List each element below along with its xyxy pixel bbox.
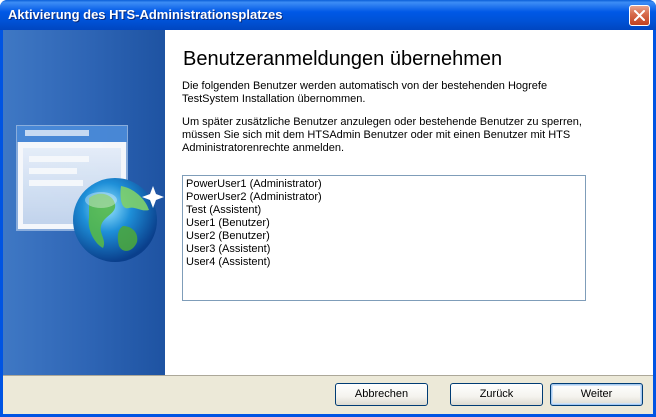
wizard-window: Aktivierung des HTS-Administrationsplatz… [0,0,656,417]
button-bar: Abbrechen Zurück Weiter [3,375,653,414]
info-paragraph: Um später zusätzliche Benutzer anzulegen… [182,116,602,155]
list-item[interactable]: User3 (Assistent) [186,243,582,256]
intro-paragraph: Die folgenden Benutzer werden automatisc… [182,80,602,106]
list-item[interactable]: PowerUser1 (Administrator) [186,178,582,191]
close-button[interactable] [629,5,650,26]
user-list[interactable]: PowerUser1 (Administrator) PowerUser2 (A… [182,175,586,301]
info-line-1: Um später zusätzliche Benutzer anzulegen… [182,116,582,128]
wizard-client-area: Benutzeranmeldungen übernehmen Die folge… [3,30,653,414]
intro-line-1: Die folgenden Benutzer werden automatisc… [182,80,548,92]
list-item[interactable]: Test (Assistent) [186,204,582,217]
list-item[interactable]: User1 (Benutzer) [186,217,582,230]
info-line-3: Administratorenrechte anmelden. [182,142,345,154]
title-bar[interactable]: Aktivierung des HTS-Administrationsplatz… [0,0,656,30]
wizard-side-banner [3,30,165,375]
list-item[interactable]: PowerUser2 (Administrator) [186,191,582,204]
list-item[interactable]: User2 (Benutzer) [186,230,582,243]
wizard-content: Benutzeranmeldungen übernehmen Die folge… [165,30,653,375]
info-line-2: müssen Sie sich mit dem HTSAdmin Benutze… [182,129,571,141]
list-item[interactable]: User4 (Assistent) [186,256,582,269]
window-title: Aktivierung des HTS-Administrationsplatz… [8,7,283,22]
page-title: Benutzeranmeldungen übernehmen [183,48,503,70]
intro-line-2: TestSystem Installation übernommen. [182,93,366,105]
cancel-button[interactable]: Abbrechen [335,383,428,406]
back-button[interactable]: Zurück [450,383,543,406]
next-button[interactable]: Weiter [550,383,643,406]
window-globe-icon [16,125,164,262]
close-icon [634,10,645,21]
